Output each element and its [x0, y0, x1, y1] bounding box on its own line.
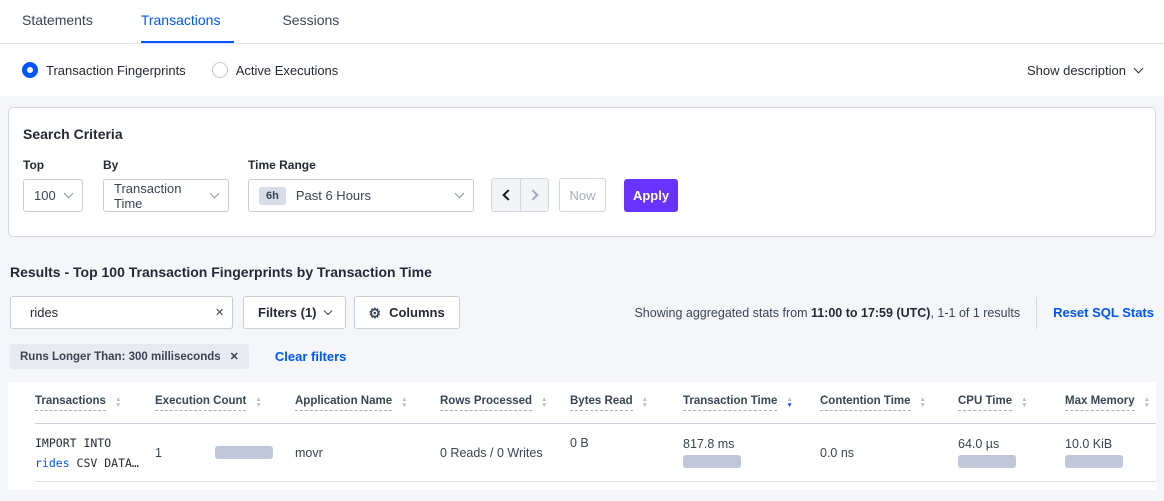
results-search-box[interactable]: ✕ — [10, 296, 233, 329]
chevron-down-icon — [455, 189, 465, 199]
search-input[interactable] — [30, 305, 206, 320]
apply-button[interactable]: Apply — [624, 179, 678, 212]
col-header-rows-processed[interactable]: Rows Processed ▲▼ — [440, 395, 570, 411]
col-header-max-memory[interactable]: Max Memory ▲▼ — [1065, 395, 1156, 411]
gear-icon: ⚙ — [369, 306, 382, 320]
filters-label: Filters (1) — [258, 305, 317, 320]
sort-icon[interactable]: ▲▼ — [642, 397, 648, 408]
cell-contention-time: 0.0 ns — [820, 446, 958, 460]
results-toolbar: ✕ Filters (1) ⚙ Columns Showing aggregat… — [10, 296, 1154, 329]
time-prev-button[interactable] — [492, 179, 520, 211]
cell-transaction-fingerprint[interactable]: IMPORT INTO rides CSV DATA… — [35, 433, 155, 473]
chevron-left-icon — [502, 189, 513, 200]
top-label: Top — [23, 158, 83, 172]
show-description-toggle[interactable]: Show description — [1027, 63, 1142, 78]
stats-summary: Showing aggregated stats from 11:00 to 1… — [634, 306, 1020, 320]
search-criteria-title: Search Criteria — [23, 126, 1141, 142]
filters-button[interactable]: Filters (1) — [243, 296, 346, 329]
cell-cpu-time: 64.0 µs — [958, 437, 1065, 468]
chevron-down-icon — [323, 306, 331, 314]
table-name-link[interactable]: rides — [35, 456, 70, 470]
divider — [1036, 297, 1037, 329]
remove-filter-icon[interactable]: ✕ — [230, 350, 239, 363]
sort-icon[interactable]: ▲▼ — [115, 397, 121, 408]
chevron-down-icon — [210, 189, 220, 199]
time-range-select[interactable]: 6h Past 6 Hours — [248, 179, 474, 212]
filter-chip-label: Runs Longer Than: 300 milliseconds — [20, 351, 221, 363]
chevron-down-icon — [1134, 63, 1144, 73]
radio-active-executions[interactable]: Active Executions — [212, 62, 339, 78]
radio-label: Transaction Fingerprints — [46, 63, 186, 78]
sort-icon-active-desc[interactable]: ▲▼ — [786, 397, 792, 408]
tab-transactions[interactable]: Transactions — [141, 12, 235, 43]
show-description-label: Show description — [1027, 63, 1126, 78]
active-filters-row: Runs Longer Than: 300 milliseconds ✕ Cle… — [10, 344, 1154, 369]
cell-bytes-read: 0 B — [570, 424, 683, 450]
sort-icon[interactable]: ▲▼ — [1144, 397, 1150, 408]
by-select-value: Transaction Time — [114, 181, 211, 211]
page-tabs: Statements Transactions Sessions — [0, 0, 1164, 44]
col-header-execution-count[interactable]: Execution Count ▲▼ — [155, 395, 295, 411]
reset-sql-stats-link[interactable]: Reset SQL Stats — [1053, 305, 1154, 320]
sort-icon[interactable]: ▲▼ — [541, 397, 547, 408]
transaction-time-bar — [683, 455, 741, 468]
time-range-badge: 6h — [259, 187, 286, 205]
table-header-row: Transactions ▲▼ Execution Count ▲▼ Appli… — [35, 382, 1156, 424]
sort-icon[interactable]: ▲▼ — [401, 397, 407, 408]
filter-chip[interactable]: Runs Longer Than: 300 milliseconds ✕ — [10, 344, 249, 369]
search-criteria-card: Search Criteria Top 100 By Transaction T… — [8, 107, 1156, 237]
clear-search-icon[interactable]: ✕ — [215, 306, 224, 319]
radio-unselected-icon — [212, 62, 228, 78]
tab-statements[interactable]: Statements — [22, 12, 93, 43]
view-toggle-bar: Transaction Fingerprints Active Executio… — [0, 44, 1164, 96]
col-header-contention-time[interactable]: Contention Time ▲▼ — [820, 395, 958, 411]
table-row[interactable]: IMPORT INTO rides CSV DATA… 1 movr 0 Rea… — [35, 424, 1156, 482]
chevron-down-icon — [64, 189, 74, 199]
chevron-right-icon — [527, 189, 538, 200]
max-memory-bar — [1065, 455, 1123, 468]
sort-icon[interactable]: ▲▼ — [920, 397, 926, 408]
sort-icon[interactable]: ▲▼ — [255, 397, 261, 408]
time-range-value: Past 6 Hours — [296, 188, 371, 203]
radio-selected-icon — [22, 62, 38, 78]
columns-label: Columns — [389, 305, 445, 320]
execution-count-bar — [215, 446, 273, 459]
results-table: Transactions ▲▼ Execution Count ▲▼ Appli… — [8, 382, 1156, 490]
time-nav-group — [491, 178, 549, 212]
col-header-application-name[interactable]: Application Name ▲▼ — [295, 395, 440, 411]
tab-sessions[interactable]: Sessions — [282, 12, 339, 43]
now-button[interactable]: Now — [559, 178, 606, 212]
by-select[interactable]: Transaction Time — [103, 179, 229, 212]
top-select-value: 100 — [34, 188, 56, 203]
radio-transaction-fingerprints[interactable]: Transaction Fingerprints — [22, 62, 186, 78]
cell-transaction-time: 817.8 ms — [683, 437, 820, 468]
cell-rows-processed: 0 Reads / 0 Writes — [440, 446, 570, 460]
cell-execution-count: 1 — [155, 446, 295, 460]
columns-button[interactable]: ⚙ Columns — [354, 296, 460, 329]
time-range-label: Time Range — [248, 158, 474, 172]
cpu-time-bar — [958, 455, 1016, 468]
time-next-button[interactable] — [520, 179, 548, 211]
top-select[interactable]: 100 — [23, 179, 83, 212]
radio-label: Active Executions — [236, 63, 339, 78]
col-header-cpu-time[interactable]: CPU Time ▲▼ — [958, 395, 1065, 411]
results-heading: Results - Top 100 Transaction Fingerprin… — [10, 264, 1154, 280]
col-header-transactions[interactable]: Transactions ▲▼ — [35, 395, 155, 411]
cell-application-name: movr — [295, 446, 440, 460]
clear-filters-link[interactable]: Clear filters — [275, 349, 347, 364]
cell-max-memory: 10.0 KiB — [1065, 437, 1156, 468]
by-label: By — [103, 158, 229, 172]
col-header-transaction-time[interactable]: Transaction Time ▲▼ — [683, 395, 820, 411]
col-header-bytes-read[interactable]: Bytes Read ▲▼ — [570, 395, 683, 411]
sort-icon[interactable]: ▲▼ — [1021, 397, 1027, 408]
